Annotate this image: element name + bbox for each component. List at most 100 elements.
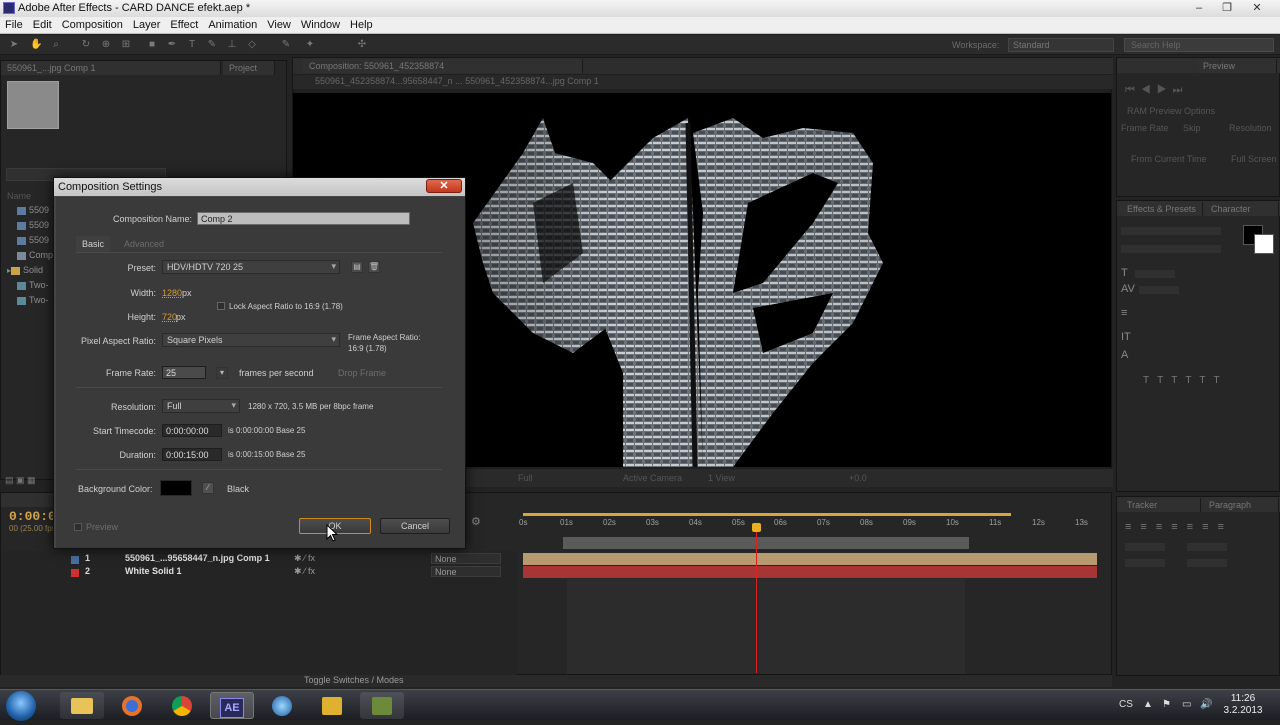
stroke-color-swatch[interactable] xyxy=(1254,234,1274,254)
tab-advanced[interactable]: Advanced xyxy=(118,236,170,252)
font-family-select[interactable] xyxy=(1121,227,1221,235)
menu-window[interactable]: Window xyxy=(296,17,345,31)
work-area-bar[interactable] xyxy=(563,537,969,549)
tab-composition[interactable]: Composition: 550961_452358874 xyxy=(303,59,583,73)
tray-app-icon[interactable]: ⚑ xyxy=(1162,699,1171,710)
puppet-tool-icon[interactable]: ✦ xyxy=(304,39,316,51)
player-taskbar-icon[interactable] xyxy=(310,692,354,719)
cancel-button[interactable]: Cancel xyxy=(380,518,450,534)
text-tool-icon[interactable]: T xyxy=(186,39,198,51)
tab-effects-presets[interactable]: Effects & Presets xyxy=(1121,202,1203,216)
save-preset-icon[interactable]: ▤ xyxy=(351,261,363,273)
space-after-field[interactable] xyxy=(1187,559,1227,567)
eraser-tool-icon[interactable]: ◇ xyxy=(246,39,258,51)
time-ruler[interactable]: 0s 01s 02s 03s 04s 05s 06s 07s 08s 09s 1… xyxy=(519,515,1109,535)
camera-tool-icon[interactable]: ⊕ xyxy=(100,39,112,51)
tab-paragraph[interactable]: Paragraph xyxy=(1203,498,1279,512)
preview-checkbox[interactable] xyxy=(74,523,82,531)
indent-first-field[interactable] xyxy=(1187,543,1227,551)
frame-rate-input[interactable]: 25 xyxy=(162,366,206,379)
start-timecode-input[interactable]: 0:00:00:00 xyxy=(162,424,222,437)
menu-animation[interactable]: Animation xyxy=(203,17,262,31)
axis-icon[interactable]: ✣ xyxy=(356,39,368,51)
firefox-taskbar-icon[interactable] xyxy=(110,692,154,719)
kerning-field[interactable] xyxy=(1139,286,1179,294)
maximize-button[interactable]: ❐ xyxy=(1216,0,1238,16)
playhead-line[interactable] xyxy=(756,523,757,673)
brush-tool-icon[interactable]: ✎ xyxy=(206,39,218,51)
explorer-taskbar-icon[interactable] xyxy=(60,692,104,719)
menu-view[interactable]: View xyxy=(262,17,296,31)
playhead-handle[interactable] xyxy=(752,523,761,532)
menu-help[interactable]: Help xyxy=(345,17,378,31)
alignment-buttons[interactable]: ≡≡≡≡≡≡≡ xyxy=(1125,521,1233,533)
preset-select[interactable]: HDV/HDTV 720 25 xyxy=(162,260,340,274)
resolution-select[interactable]: Full xyxy=(518,473,533,483)
frame-rate-dropdown-icon[interactable]: ▾ xyxy=(216,367,228,379)
app-taskbar-icon[interactable] xyxy=(360,692,404,719)
tray-arrow-icon[interactable]: ▲ xyxy=(1143,699,1153,710)
playback-controls[interactable]: ⏮◀▶⏭ xyxy=(1125,84,1188,97)
layer-row[interactable]: 1 550961_...95658447_n.jpg Comp 1 ✱ ⁄ fx… xyxy=(1,553,517,566)
tab-preview[interactable]: Preview xyxy=(1197,59,1277,73)
layer-name[interactable]: White Solid 1 xyxy=(125,566,182,576)
tab-project[interactable]: Project xyxy=(223,61,275,75)
chrome-taskbar-icon[interactable] xyxy=(160,692,204,719)
layer-row[interactable]: 2 White Solid 1 ✱ ⁄ fx None xyxy=(1,566,517,579)
toggle-switches-modes[interactable]: Toggle Switches / Modes xyxy=(304,675,404,685)
search-help-input[interactable]: Search Help xyxy=(1124,38,1274,52)
work-area-marker[interactable] xyxy=(523,513,1011,516)
after-effects-taskbar-icon[interactable]: AE xyxy=(210,692,254,719)
menu-edit[interactable]: Edit xyxy=(28,17,57,31)
media-app-taskbar-icon[interactable] xyxy=(260,692,304,719)
width-value[interactable]: 1280 xyxy=(162,288,182,298)
layer-switches[interactable]: ✱ ⁄ fx xyxy=(294,553,315,564)
name-column-header[interactable]: Name xyxy=(7,191,31,201)
full-screen-checkbox[interactable]: Full Screen xyxy=(1231,154,1277,164)
layer-1-duration-bar[interactable] xyxy=(523,553,1097,565)
workspace-select[interactable]: Standard xyxy=(1008,38,1114,52)
view-layout-select[interactable]: 1 View xyxy=(708,473,735,483)
pixel-aspect-select[interactable]: Square Pixels xyxy=(162,333,340,347)
viewer-breadcrumb[interactable]: 550961_452358874...95658447_n ... 550961… xyxy=(293,75,1113,89)
tab-basic[interactable]: Basic xyxy=(76,236,111,252)
layer-label-color[interactable] xyxy=(71,556,79,564)
mask-tool-icon[interactable]: ■ xyxy=(146,39,158,51)
space-before-field[interactable] xyxy=(1125,559,1165,567)
delete-preset-icon[interactable]: 🗑 xyxy=(368,261,380,273)
text-style-buttons[interactable]: TTTTTT xyxy=(1143,375,1228,386)
start-button[interactable] xyxy=(6,691,36,721)
drop-frame-select[interactable]: Drop Frame xyxy=(338,368,386,378)
close-button[interactable]: ✕ xyxy=(1246,0,1268,16)
layer-label-color[interactable] xyxy=(71,569,79,577)
eyedropper-icon[interactable]: ⁄ xyxy=(202,482,214,494)
duration-input[interactable]: 0:00:15:00 xyxy=(162,448,222,461)
clone-tool-icon[interactable]: ⊥ xyxy=(226,39,238,51)
menu-effect[interactable]: Effect xyxy=(165,17,203,31)
selection-tool-icon[interactable]: ➤ xyxy=(8,39,20,51)
parent-select[interactable]: None xyxy=(431,566,501,577)
font-size-field[interactable] xyxy=(1135,270,1175,278)
from-current-time-checkbox[interactable]: From Current Time xyxy=(1131,154,1207,164)
font-style-select[interactable] xyxy=(1121,245,1221,253)
layer-2-duration-bar[interactable] xyxy=(523,566,1097,578)
resolution-select[interactable]: Full xyxy=(162,399,240,413)
network-icon[interactable]: ▭ xyxy=(1182,699,1191,710)
zoom-tool-icon[interactable]: ⌕ xyxy=(50,39,62,51)
layer-switches[interactable]: ✱ ⁄ fx xyxy=(294,566,315,577)
camera-select[interactable]: Active Camera xyxy=(623,473,682,483)
layer-name[interactable]: 550961_...95658447_n.jpg Comp 1 xyxy=(125,553,270,563)
language-indicator[interactable]: CS xyxy=(1119,699,1133,710)
exposure-value[interactable]: +0.0 xyxy=(849,473,867,483)
tab-comp-flowchart[interactable]: 550961_...jpg Comp 1 xyxy=(1,61,221,75)
volume-icon[interactable]: 🔊 xyxy=(1200,699,1212,710)
menu-composition[interactable]: Composition xyxy=(57,17,128,31)
draft-3d-icon[interactable]: ⚙ xyxy=(471,515,481,528)
height-value[interactable]: 720 xyxy=(162,312,177,322)
menu-layer[interactable]: Layer xyxy=(128,17,166,31)
roto-tool-icon[interactable]: ✎ xyxy=(280,39,292,51)
hand-tool-icon[interactable]: ✋ xyxy=(30,39,42,51)
lock-aspect-checkbox[interactable] xyxy=(217,302,225,310)
pen-tool-icon[interactable]: ✒ xyxy=(166,39,178,51)
menu-file[interactable]: File xyxy=(0,17,28,31)
